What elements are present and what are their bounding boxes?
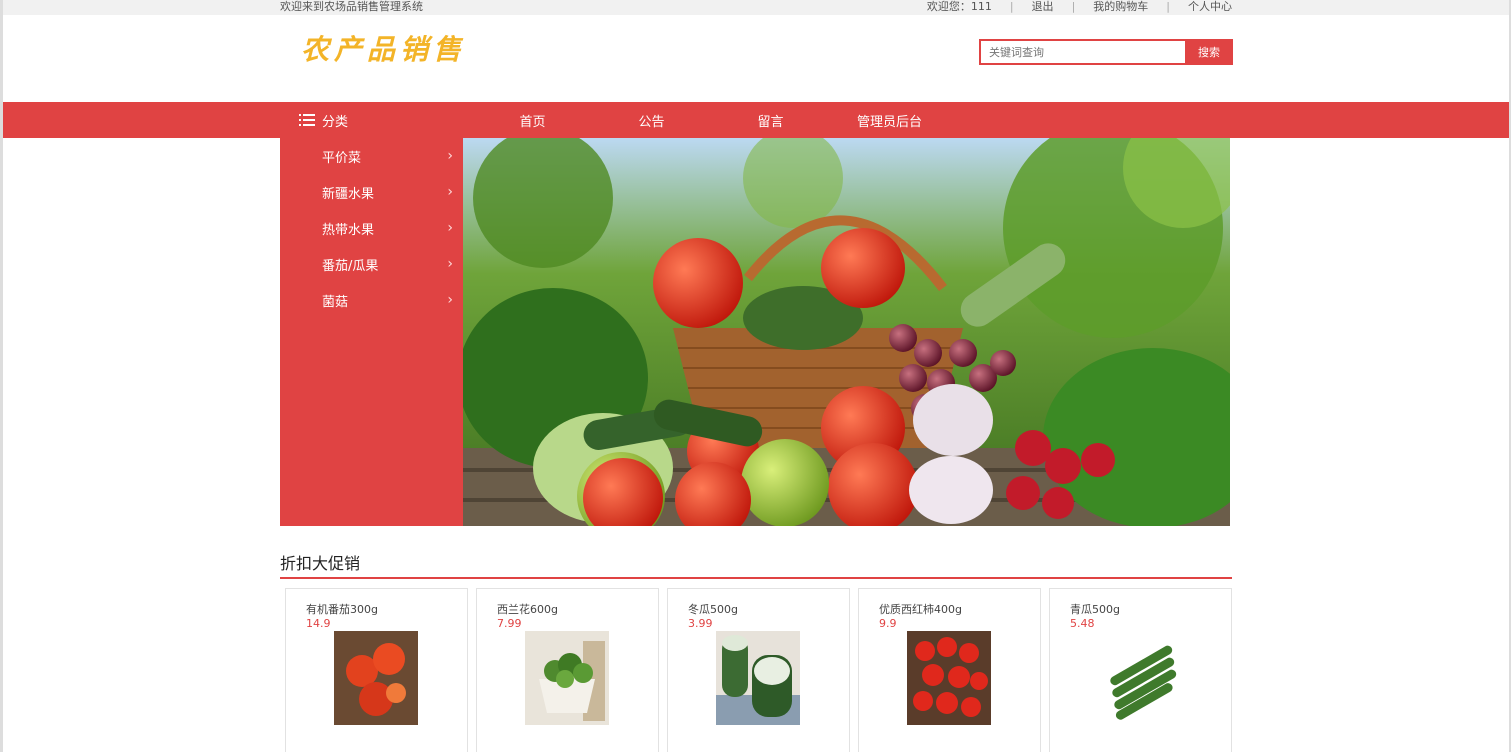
product-card[interactable]: 青瓜500g 5.48	[1049, 588, 1232, 752]
site-logo[interactable]: 农产品销售	[301, 28, 466, 68]
product-name[interactable]: 有机番茄300g	[306, 601, 378, 617]
cart-link[interactable]: 我的购物车	[1093, 0, 1148, 13]
chevron-right-icon: ›	[447, 184, 453, 200]
profile-link[interactable]: 个人中心	[1188, 0, 1232, 13]
page: 欢迎来到农场品销售管理系统 欢迎您：111 | 退出 | 我的购物车 | 个人中…	[0, 0, 1511, 752]
product-list: 有机番茄300g 14.9 西兰花600g 7.99 冬瓜500g 3.99 优…	[285, 588, 1232, 752]
list-icon	[299, 114, 315, 126]
logout-link[interactable]: 退出	[1032, 0, 1054, 13]
product-name[interactable]: 优质西红柿400g	[879, 601, 962, 617]
greeting-text: 欢迎您：111	[926, 0, 992, 13]
category-label: 分类	[322, 114, 349, 130]
chevron-right-icon: ›	[447, 220, 453, 236]
main-nav: 分类 首页 公告 留言 管理员后台	[3, 102, 1509, 138]
sidebar-item-label: 热带水果	[322, 222, 375, 238]
divider: |	[1166, 0, 1170, 13]
product-image[interactable]	[716, 631, 800, 725]
promo-section-title: 折扣大促销	[280, 554, 361, 573]
product-card[interactable]: 有机番茄300g 14.9	[285, 588, 468, 752]
divider: |	[1071, 0, 1076, 13]
top-bar: 欢迎来到农场品销售管理系统 欢迎您：111 | 退出 | 我的购物车 | 个人中…	[3, 0, 1509, 15]
product-image[interactable]	[1098, 631, 1182, 725]
top-links: 欢迎您：111 | 退出 | 我的购物车 | 个人中心	[927, 0, 1232, 13]
product-price: 7.99	[497, 617, 522, 630]
sidebar-item-label: 平价菜	[322, 150, 362, 166]
product-name[interactable]: 西兰花600g	[497, 601, 558, 617]
product-price: 5.48	[1070, 617, 1095, 630]
category-menu[interactable]: 分类	[299, 102, 348, 138]
nav-item-home[interactable]: 首页	[473, 111, 592, 130]
sidebar-item-label: 菌菇	[322, 294, 349, 310]
product-image[interactable]	[525, 631, 609, 725]
nav-items: 首页 公告 留言 管理员后台	[473, 102, 949, 138]
product-card[interactable]: 冬瓜500g 3.99	[667, 588, 850, 752]
nav-item-message[interactable]: 留言	[711, 111, 830, 130]
chevron-right-icon: ›	[447, 148, 453, 164]
product-name[interactable]: 冬瓜500g	[688, 601, 738, 617]
nav-item-notice[interactable]: 公告	[592, 111, 711, 130]
sidebar-item-label: 番茄/瓜果	[322, 258, 379, 274]
search-button[interactable]: 搜索	[1185, 39, 1233, 65]
welcome-text: 欢迎来到农场品销售管理系统	[280, 0, 423, 13]
sidebar-item-tropical-fruit[interactable]: 热带水果 ›	[280, 210, 463, 246]
divider	[280, 577, 1232, 579]
sidebar-item-tomato-melon[interactable]: 番茄/瓜果 ›	[280, 246, 463, 282]
divider: |	[1009, 0, 1014, 13]
sidebar-item-xinjiang-fruit[interactable]: 新疆水果 ›	[280, 174, 463, 210]
product-price: 3.99	[688, 617, 713, 630]
product-image[interactable]	[907, 631, 991, 725]
chevron-right-icon: ›	[447, 256, 453, 272]
search-input[interactable]	[979, 39, 1185, 65]
search-bar: 搜索	[979, 39, 1233, 65]
product-card[interactable]: 西兰花600g 7.99	[476, 588, 659, 752]
sidebar-item-cheap-veg[interactable]: 平价菜 ›	[280, 138, 463, 174]
product-price: 14.9	[306, 617, 331, 630]
product-price: 9.9	[879, 617, 897, 630]
product-name[interactable]: 青瓜500g	[1070, 601, 1120, 617]
sidebar-item-label: 新疆水果	[322, 186, 375, 202]
product-card[interactable]: 优质西红柿400g 9.9	[858, 588, 1041, 752]
hero-banner-image[interactable]	[463, 138, 1230, 526]
product-image[interactable]	[334, 631, 418, 725]
category-sidebar: 平价菜 › 新疆水果 › 热带水果 › 番茄/瓜果 › 菌菇 ›	[280, 138, 463, 526]
sidebar-item-mushroom[interactable]: 菌菇 ›	[280, 282, 463, 318]
chevron-right-icon: ›	[447, 292, 453, 308]
nav-item-admin[interactable]: 管理员后台	[830, 111, 949, 130]
